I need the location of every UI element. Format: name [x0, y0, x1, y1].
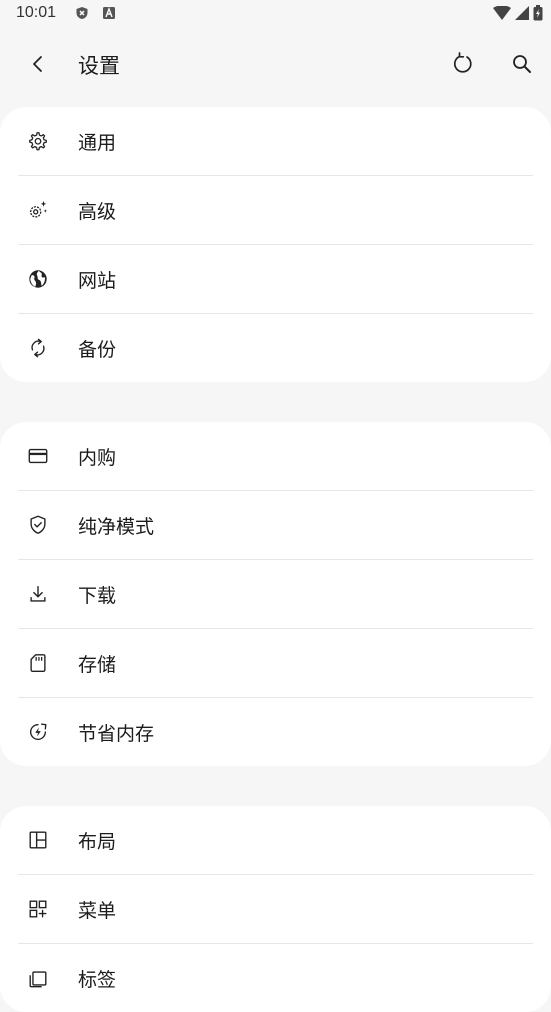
settings-item-label: 布局 — [78, 830, 117, 853]
status-time: 10:01 — [16, 4, 57, 21]
settings-item-storage[interactable]: 存储 — [18, 628, 533, 697]
a-notification-icon — [102, 6, 116, 20]
settings-item-label: 通用 — [78, 131, 117, 154]
settings-item-purchases[interactable]: 内购 — [18, 422, 533, 490]
gear-sparkle-icon — [26, 198, 50, 222]
settings-item-label: 高级 — [78, 200, 117, 223]
chevron-left-icon — [28, 54, 48, 74]
apps-add-icon — [26, 897, 50, 921]
shield-check-icon — [26, 513, 50, 537]
settings-item-label: 存储 — [78, 653, 117, 676]
page-title: 设置 — [78, 54, 120, 78]
settings-item-backup[interactable]: 备份 — [18, 313, 533, 382]
settings-item-layout[interactable]: 布局 — [18, 806, 533, 874]
settings-group-2: 内购 纯净模式 下载 存储 节省内存 — [0, 422, 551, 766]
settings-group-1: 通用 高级 网站 备份 — [0, 107, 551, 382]
layout-icon — [26, 828, 50, 852]
settings-item-websites[interactable]: 网站 — [18, 244, 533, 313]
gear-icon — [26, 129, 50, 153]
tabs-icon — [26, 966, 50, 990]
credit-card-icon — [26, 444, 50, 468]
memory-saver-icon — [26, 720, 50, 744]
settings-item-label: 内购 — [78, 446, 117, 469]
settings-item-label: 备份 — [78, 338, 117, 361]
app-bar: 设置 — [0, 36, 551, 92]
download-icon — [26, 582, 50, 606]
settings-item-label: 节省内存 — [78, 722, 155, 745]
settings-item-downloads[interactable]: 下载 — [18, 559, 533, 628]
settings-item-label: 网站 — [78, 269, 117, 292]
settings-item-label: 标签 — [78, 968, 117, 991]
search-icon — [511, 53, 533, 75]
settings-group-3: 布局 菜单 标签 — [0, 806, 551, 1012]
settings-item-label: 菜单 — [78, 899, 117, 922]
reset-icon — [451, 52, 475, 76]
settings-item-label: 纯净模式 — [78, 515, 155, 538]
settings-item-memory-saver[interactable]: 节省内存 — [18, 697, 533, 766]
sync-icon — [26, 336, 50, 360]
wifi-icon — [493, 6, 511, 20]
search-button[interactable] — [506, 48, 538, 80]
settings-item-label: 下载 — [78, 584, 117, 607]
settings-item-advanced[interactable]: 高级 — [18, 175, 533, 244]
settings-item-pure-mode[interactable]: 纯净模式 — [18, 490, 533, 559]
globe-icon — [26, 267, 50, 291]
cellular-signal-icon — [515, 6, 529, 20]
shield-notification-icon — [75, 6, 89, 20]
settings-item-menu[interactable]: 菜单 — [18, 874, 533, 943]
sd-card-icon — [26, 651, 50, 675]
back-button[interactable] — [22, 48, 54, 80]
reset-button[interactable] — [447, 48, 479, 80]
status-bar: 10:01 — [0, 0, 551, 28]
settings-item-general[interactable]: 通用 — [18, 107, 533, 175]
battery-icon — [533, 5, 543, 21]
settings-item-tabs[interactable]: 标签 — [18, 943, 533, 1012]
